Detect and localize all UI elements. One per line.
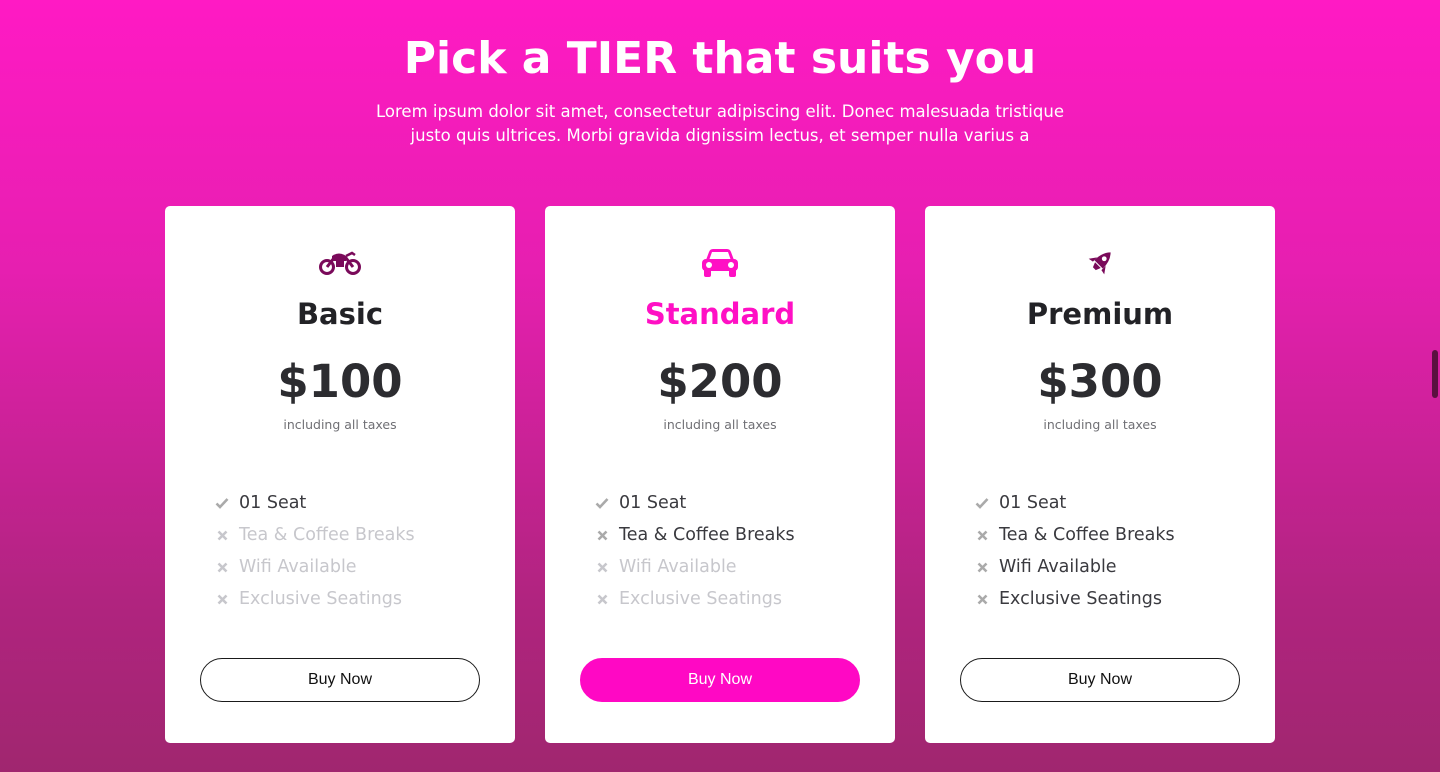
feature-item: Wifi Available — [975, 551, 1175, 583]
tier-name: Premium — [1026, 297, 1174, 331]
feature-label: Exclusive Seatings — [239, 589, 402, 609]
page-title: Pick a TIER that suits you — [403, 33, 1037, 84]
feature-label: Tea & Coffee Breaks — [999, 525, 1175, 545]
motorcycle-icon — [165, 246, 515, 280]
page-scrollbar[interactable] — [1432, 350, 1438, 398]
feature-item: 01 Seat — [595, 487, 795, 519]
car-icon — [545, 246, 895, 280]
page-subtitle: Lorem ipsum dolor sit amet, consectetur … — [376, 102, 1064, 145]
feature-label: 01 Seat — [619, 493, 687, 513]
feature-label: Wifi Available — [239, 557, 357, 577]
buy-now-button[interactable]: Buy Now — [960, 658, 1240, 702]
feature-label: Tea & Coffee Breaks — [619, 525, 795, 545]
feature-label: Exclusive Seatings — [619, 589, 782, 609]
buy-now-button[interactable]: Buy Now — [580, 658, 860, 702]
feature-label: Wifi Available — [619, 557, 737, 577]
check-icon — [975, 496, 989, 510]
feature-list: 01 Seat Tea & Coffee Breaks Wifi Availab… — [215, 487, 415, 615]
pricing-header: Pick a TIER that suits you Lorem ipsum d… — [0, 30, 1440, 148]
cross-icon — [975, 528, 989, 542]
cross-icon — [975, 592, 989, 606]
tax-note: including all taxes — [1043, 417, 1157, 432]
tier-name: Basic — [296, 297, 384, 331]
pricing-card-basic: Basic $100 including all taxes 01 Seat T… — [165, 206, 515, 743]
cross-icon — [595, 592, 609, 606]
feature-item: Tea & Coffee Breaks — [975, 519, 1175, 551]
feature-label: 01 Seat — [239, 493, 307, 513]
feature-item: Exclusive Seatings — [215, 583, 415, 615]
tier-name: Standard — [644, 297, 796, 331]
pricing-cards: Basic $100 including all taxes 01 Seat T… — [165, 206, 1275, 743]
cross-icon — [215, 528, 229, 542]
feature-label: Wifi Available — [999, 557, 1117, 577]
cross-icon — [595, 560, 609, 574]
check-icon — [595, 496, 609, 510]
feature-list: 01 Seat Tea & Coffee Breaks Wifi Availab… — [975, 487, 1175, 615]
feature-item: 01 Seat — [975, 487, 1175, 519]
cross-icon — [595, 528, 609, 542]
tier-price: $200 — [657, 355, 783, 408]
cross-icon — [215, 560, 229, 574]
feature-item: 01 Seat — [215, 487, 415, 519]
feature-item: Wifi Available — [215, 551, 415, 583]
feature-label: 01 Seat — [999, 493, 1067, 513]
feature-item: Exclusive Seatings — [595, 583, 795, 615]
tax-note: including all taxes — [663, 417, 777, 432]
tier-price: $300 — [1037, 355, 1163, 408]
cross-icon — [975, 560, 989, 574]
cross-icon — [215, 592, 229, 606]
pricing-card-premium: Premium $300 including all taxes 01 Seat… — [925, 206, 1275, 743]
pricing-card-standard: Standard $200 including all taxes 01 Sea… — [545, 206, 895, 743]
tax-note: including all taxes — [283, 417, 397, 432]
check-icon — [215, 496, 229, 510]
buy-now-button[interactable]: Buy Now — [200, 658, 480, 702]
feature-item: Tea & Coffee Breaks — [595, 519, 795, 551]
tier-price: $100 — [277, 355, 403, 408]
feature-list: 01 Seat Tea & Coffee Breaks Wifi Availab… — [595, 487, 795, 615]
feature-item: Exclusive Seatings — [975, 583, 1175, 615]
rocket-icon — [925, 246, 1275, 280]
feature-item: Tea & Coffee Breaks — [215, 519, 415, 551]
feature-label: Exclusive Seatings — [999, 589, 1162, 609]
feature-label: Tea & Coffee Breaks — [239, 525, 415, 545]
feature-item: Wifi Available — [595, 551, 795, 583]
